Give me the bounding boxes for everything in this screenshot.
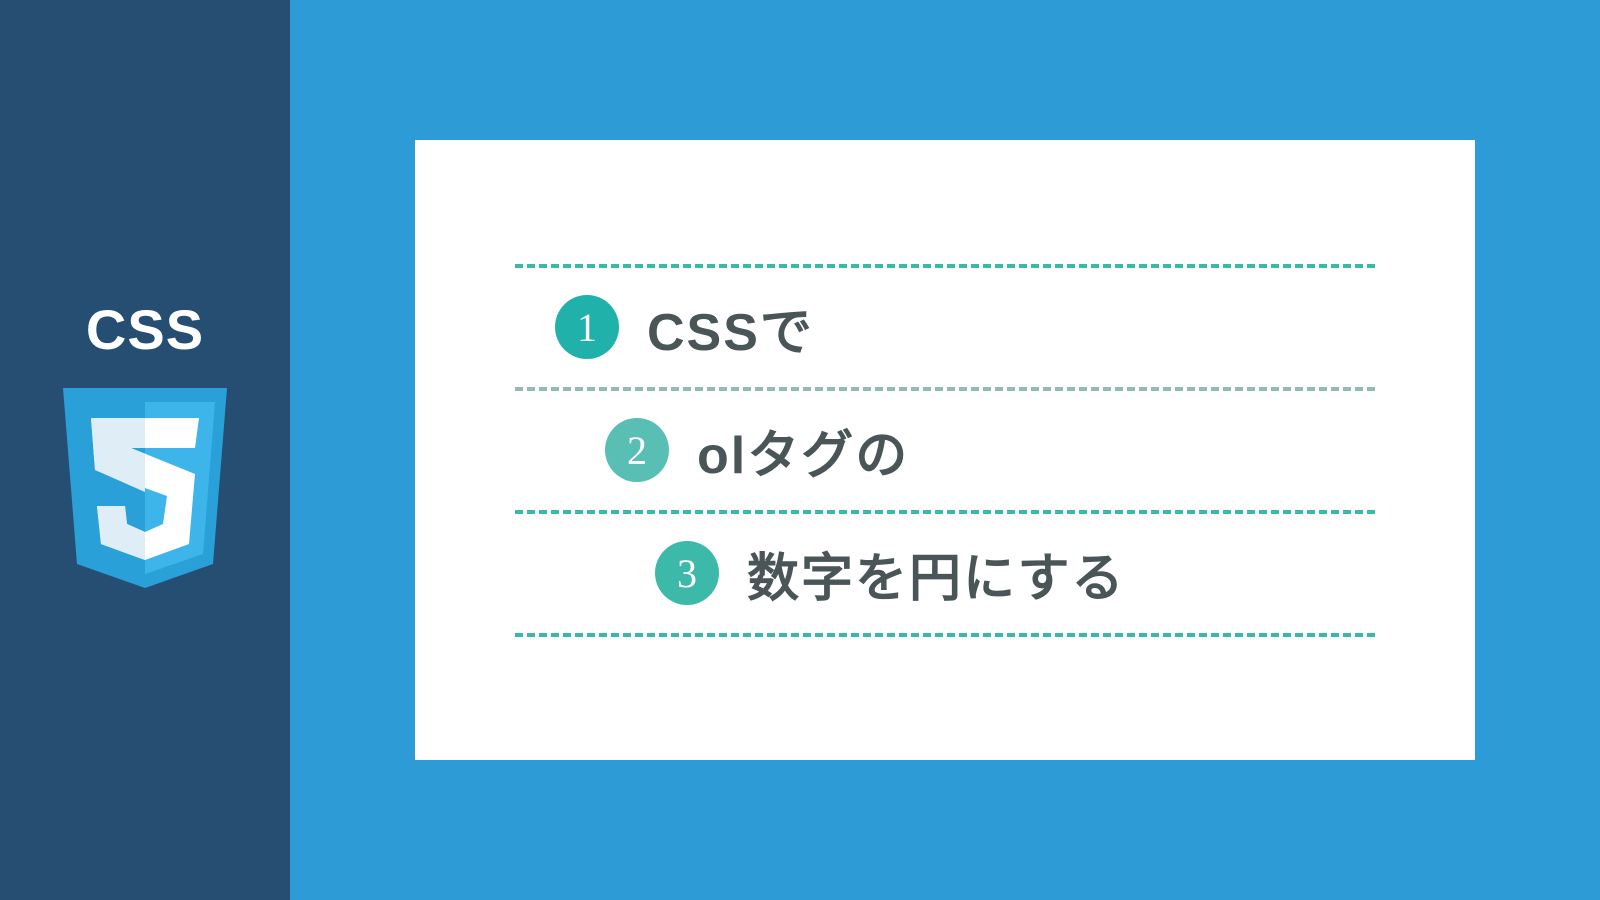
css-label: CSS [86,297,204,362]
list-item-text: CSSで [647,290,814,365]
list-item: 2 olタグの [515,387,1375,510]
list-item: 1 CSSで [515,264,1375,387]
list-number-badge: 1 [555,295,619,359]
list-number-badge: 3 [655,541,719,605]
list-item-text: 数字を円にする [747,536,1126,611]
list-item-text: olタグの [697,413,909,488]
sidebar: CSS [0,0,290,900]
content-card: 1 CSSで 2 olタグの 3 数字を円にする [415,140,1475,760]
css3-shield-icon [55,388,235,603]
list-item: 3 数字を円にする [515,510,1375,637]
ordered-list: 1 CSSで 2 olタグの 3 数字を円にする [515,264,1375,637]
list-number-badge: 2 [605,418,669,482]
main-area: 1 CSSで 2 olタグの 3 数字を円にする [290,0,1600,900]
